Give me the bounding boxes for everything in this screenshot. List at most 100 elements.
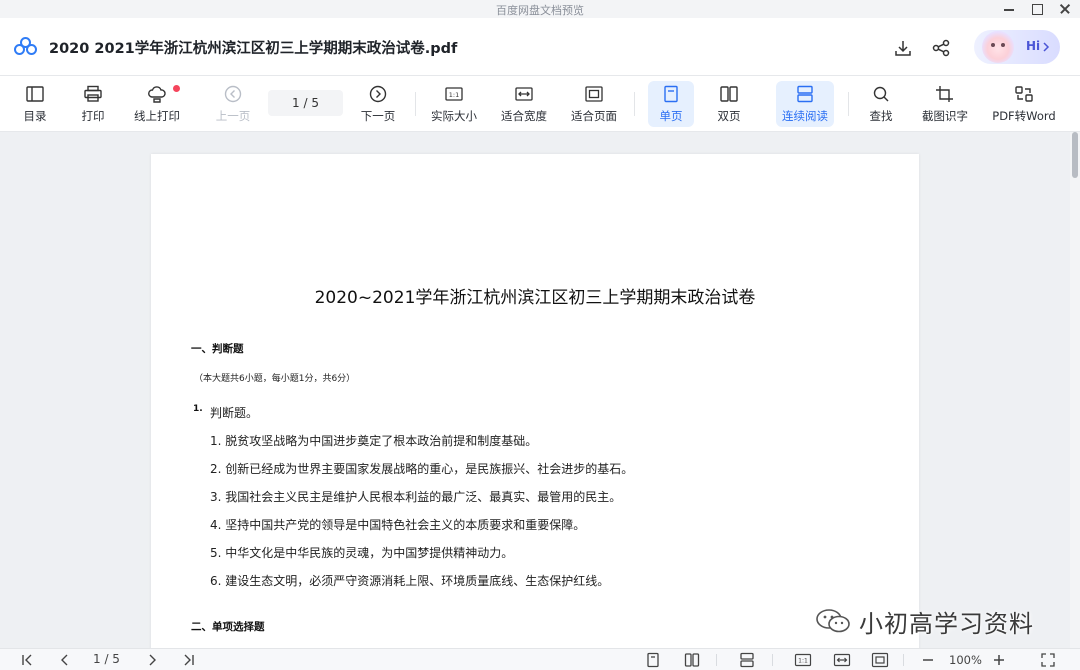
list-item: 2. 创新已经成为世界主要国家发展战略的重心，是民族振兴、社会进步的基石。 <box>210 462 634 476</box>
toolbar-label: 双页 <box>717 109 741 123</box>
fit-width-icon <box>515 87 533 101</box>
double-page-icon <box>720 86 738 102</box>
print-icon <box>84 85 102 102</box>
window-controls <box>1002 0 1072 18</box>
assistant-label: Hi <box>1026 39 1041 53</box>
divider <box>772 654 773 666</box>
window-title: 百度网盘文档预览 <box>496 4 584 17</box>
toolbar-label: 下一页 <box>360 109 396 123</box>
list-item: 4. 坚持中国共产党的领导是中国特色社会主义的本质要求和重要保障。 <box>210 518 586 532</box>
window-title-bar: 百度网盘文档预览 <box>0 0 1080 18</box>
actual-size-icon[interactable]: 1:1 <box>794 652 812 668</box>
question-number: 1. <box>193 404 203 414</box>
toolbar-prev-page-button[interactable]: 上一页 <box>212 81 254 127</box>
fit-page-icon[interactable] <box>871 652 889 668</box>
assistant-avatar-icon <box>982 31 1014 63</box>
toolbar-label: 查找 <box>869 109 893 123</box>
toolbar: 目录 打印 线上打印 上一页 下一页 1:1 实际大小 适合宽度 适合页面 单页… <box>0 76 1080 132</box>
scrollbar-thumb[interactable] <box>1072 132 1078 178</box>
fit-page-icon <box>585 86 603 102</box>
maximize-icon[interactable] <box>1030 2 1044 16</box>
document-title: 2020 2021学年浙江杭州滨江区初三上学期期末政治试卷.pdf <box>49 41 458 57</box>
toolbar-divider <box>634 92 635 116</box>
section-note: （本大题共6小题，每小题1分，共6分） <box>194 374 356 384</box>
fullscreen-icon[interactable] <box>1040 652 1056 668</box>
toolbar-next-page-button[interactable]: 下一页 <box>357 81 399 127</box>
toolbar-actual-size-button[interactable]: 1:1 实际大小 <box>428 81 480 127</box>
prev-page-icon[interactable] <box>58 652 72 668</box>
watermark: 小初高学习资料 <box>815 604 1034 638</box>
actual-size-icon: 1:1 <box>445 87 463 101</box>
toolbar-label: 目录 <box>23 109 47 123</box>
section-heading: 一、判断题 <box>191 343 244 355</box>
last-page-icon[interactable] <box>182 652 196 668</box>
minimize-icon[interactable] <box>1002 2 1016 16</box>
section-heading: 二、单项选择题 <box>191 621 265 633</box>
toolbar-label: 单页 <box>659 109 683 123</box>
download-icon[interactable] <box>893 38 913 58</box>
bottom-bar: 1 / 5 1:1 100% <box>0 648 1080 670</box>
toolbar-pdf-to-word-button[interactable]: PDF转Word <box>990 81 1058 127</box>
svg-text:1:1: 1:1 <box>449 91 459 99</box>
toolbar-label: 线上打印 <box>134 109 180 123</box>
toc-icon <box>26 86 44 102</box>
toolbar-continuous-button[interactable]: 连续阅读 <box>776 81 834 127</box>
toolbar-label: 实际大小 <box>431 109 477 123</box>
zoom-out-icon[interactable] <box>921 652 935 668</box>
toolbar-label: 适合宽度 <box>501 109 547 123</box>
divider <box>903 654 904 666</box>
continuous-icon <box>797 85 813 103</box>
header: 2020 2021学年浙江杭州滨江区初三上学期期末政治试卷.pdf Hi <box>0 18 1080 76</box>
baidu-netdisk-logo-icon <box>14 37 38 57</box>
question-text: 判断题。 <box>210 406 259 420</box>
single-page-view-icon[interactable] <box>646 652 660 668</box>
toolbar-fit-width-button[interactable]: 适合宽度 <box>498 81 550 127</box>
toolbar-single-page-button[interactable]: 单页 <box>648 81 694 127</box>
close-icon[interactable] <box>1058 2 1072 16</box>
continuous-view-icon[interactable] <box>739 652 755 668</box>
first-page-icon[interactable] <box>20 652 34 668</box>
toolbar-online-print-button[interactable]: 线上打印 <box>129 81 185 127</box>
toolbar-screenshot-ocr-button[interactable]: 截图识字 <box>918 81 972 127</box>
toolbar-label: 连续阅读 <box>782 109 828 123</box>
document-viewer[interactable]: 2020~2021学年浙江杭州滨江区初三上学期期末政治试卷 一、判断题 （本大题… <box>0 132 1080 648</box>
zoom-in-icon[interactable] <box>992 652 1006 668</box>
toolbar-label: 打印 <box>81 109 105 123</box>
pdf-page: 2020~2021学年浙江杭州滨江区初三上学期期末政治试卷 一、判断题 （本大题… <box>151 154 919 648</box>
toolbar-divider <box>415 92 416 116</box>
cloud-print-icon <box>148 86 166 103</box>
toolbar-label: 适合页面 <box>571 109 617 123</box>
prev-page-icon <box>224 85 242 103</box>
watermark-text: 小初高学习资料 <box>859 609 1034 638</box>
toolbar-double-page-button[interactable]: 双页 <box>710 81 748 127</box>
scrollbar[interactable] <box>1070 132 1080 648</box>
zoom-level[interactable]: 100% <box>949 653 982 669</box>
search-icon <box>873 86 889 102</box>
double-page-view-icon[interactable] <box>684 652 700 668</box>
list-item: 3. 我国社会主义民主是维护人民根本利益的最广泛、最真实、最管用的民主。 <box>210 490 622 504</box>
next-page-icon[interactable] <box>145 652 159 668</box>
toolbar-search-button[interactable]: 查找 <box>862 81 900 127</box>
svg-text:1:1: 1:1 <box>798 658 808 665</box>
page-number-input[interactable]: 1 / 5 <box>268 90 343 116</box>
single-page-icon <box>664 85 678 103</box>
notification-badge <box>173 85 180 92</box>
page-title: 2020~2021学年浙江杭州滨江区初三上学期期末政治试卷 <box>314 288 756 308</box>
screenshot-ocr-icon <box>936 86 953 102</box>
fit-width-icon[interactable] <box>833 652 851 668</box>
list-item: 6. 建设生态文明，必须严守资源消耗上限、环境质量底线、生态保护红线。 <box>210 574 610 588</box>
next-page-icon <box>369 85 387 103</box>
page-indicator[interactable]: 1 / 5 <box>93 652 120 668</box>
share-icon[interactable] <box>931 38 951 58</box>
toolbar-label: PDF转Word <box>992 109 1056 123</box>
list-item: 1. 脱贫攻坚战略为中国进步奠定了根本政治前提和制度基础。 <box>210 434 538 448</box>
pdf-to-word-icon <box>1015 86 1033 102</box>
toolbar-divider <box>848 92 849 116</box>
toolbar-print-button[interactable]: 打印 <box>75 81 111 127</box>
assistant-button[interactable]: Hi <box>974 30 1060 64</box>
toolbar-toc-button[interactable]: 目录 <box>17 81 53 127</box>
toolbar-fit-page-button[interactable]: 适合页面 <box>568 81 620 127</box>
toolbar-label: 上一页 <box>215 109 251 123</box>
chevron-right-icon <box>1043 42 1050 52</box>
wechat-icon <box>816 609 850 633</box>
